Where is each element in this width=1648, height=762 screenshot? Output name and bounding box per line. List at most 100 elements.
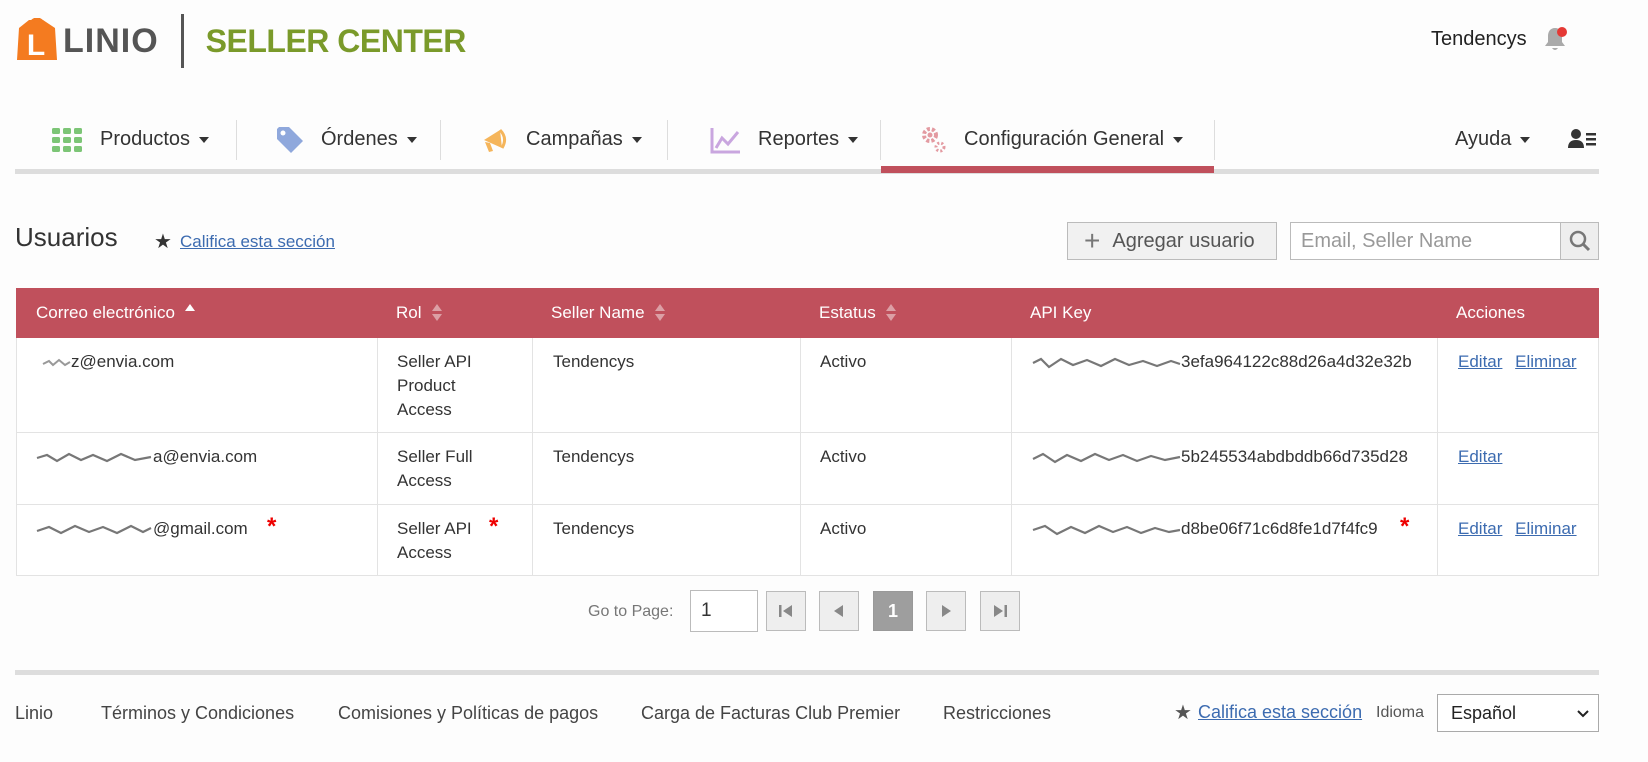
column-header-label: API Key <box>1030 303 1092 322</box>
column-divider <box>800 433 801 505</box>
sort-icon <box>885 304 896 322</box>
role-line: Access <box>397 471 452 490</box>
column-header-acciones: Acciones <box>1456 288 1525 338</box>
rate-section-link[interactable]: Califica esta sección <box>180 232 335 252</box>
language-select[interactable]: Español <box>1437 694 1599 732</box>
status-cell: Activo <box>820 352 867 371</box>
edit-link[interactable]: Editar <box>1458 519 1502 538</box>
column-divider <box>800 505 801 576</box>
chart-icon <box>710 127 740 153</box>
role-line: Seller Full <box>397 447 473 466</box>
tag-icon <box>277 126 303 153</box>
page-number-input[interactable] <box>690 590 758 632</box>
role-line: Product <box>397 376 456 395</box>
user-menu-icon[interactable] <box>1568 128 1598 150</box>
redacted-text <box>1032 524 1181 535</box>
footer-link-linio[interactable]: Linio <box>15 703 53 724</box>
column-header-rol[interactable]: Rol <box>396 288 442 338</box>
role-cell: Seller API Product Access <box>397 350 472 422</box>
first-page-button[interactable] <box>766 591 806 631</box>
table-row: a@envia.com Seller Full Access Tendencys… <box>16 433 1599 505</box>
language-selected-value: Español <box>1451 702 1517 723</box>
api-key-cell: d8be06f71c6d8fe1d7f4fc9 <box>1031 517 1378 541</box>
bell-icon[interactable] <box>1543 26 1567 52</box>
language-label: Idioma <box>1376 704 1425 721</box>
footer-link-comisiones[interactable]: Comisiones y Políticas de pagos <box>338 703 598 724</box>
required-asterisk-icon: * <box>267 513 277 540</box>
linio-logo[interactable]: L LINIO SELLER CENTER <box>15 14 466 68</box>
column-header-label: Correo electrónico <box>36 303 175 322</box>
logo-divider <box>180 14 184 68</box>
linio-logo-icon: L <box>17 18 57 62</box>
column-divider <box>377 338 378 433</box>
column-divider <box>532 338 533 433</box>
column-divider <box>1011 338 1012 433</box>
edit-link[interactable]: Editar <box>1458 447 1502 466</box>
api-key-text: 3efa964122c88d26a4d32e32b <box>1181 352 1412 371</box>
current-page-button[interactable]: 1 <box>873 591 913 631</box>
linio-wordmark: LINIO <box>63 21 159 60</box>
nav-campanas-label: Campañas <box>526 128 623 150</box>
column-header-label: Rol <box>396 303 422 322</box>
star-icon: ★ <box>154 231 172 253</box>
column-header-label: Seller Name <box>551 303 645 322</box>
column-divider <box>532 505 533 576</box>
footer-rate-section-link[interactable]: Califica esta sección <box>1198 702 1362 723</box>
column-divider <box>800 338 801 433</box>
delete-link[interactable]: Eliminar <box>1515 352 1576 371</box>
table-header: Correo electrónico Rol Seller Name Estat… <box>16 288 1599 338</box>
column-divider <box>1437 505 1438 576</box>
star-icon: ★ <box>1174 702 1192 724</box>
required-asterisk-icon: * <box>1400 513 1410 540</box>
required-asterisk-icon: * <box>489 513 499 540</box>
sort-icon <box>431 304 442 322</box>
plus-icon: + <box>1084 225 1101 256</box>
go-to-page-label: Go to Page: <box>588 603 674 620</box>
column-divider <box>1437 338 1438 433</box>
seller-cell: Tendencys <box>553 352 635 371</box>
nav-divider <box>667 120 668 160</box>
column-header-seller-name[interactable]: Seller Name <box>551 288 665 338</box>
footer-link-terminos[interactable]: Términos y Condiciones <box>101 703 294 724</box>
user-name[interactable]: Tendencys <box>1431 28 1527 51</box>
email-cell: a@envia.com <box>35 445 257 469</box>
last-page-button[interactable] <box>980 591 1020 631</box>
footer-link-restricciones[interactable]: Restricciones <box>943 703 1051 724</box>
actions-cell: Editar Eliminar <box>1458 350 1577 374</box>
nav-divider <box>880 120 881 160</box>
column-header-api-key: API Key <box>1030 288 1091 338</box>
column-divider <box>377 433 378 505</box>
next-page-button[interactable] <box>926 591 966 631</box>
footer-link-facturas[interactable]: Carga de Facturas Club Premier <box>641 703 900 724</box>
search-button[interactable] <box>1560 222 1599 260</box>
role-cell: Seller Full Access <box>397 445 473 493</box>
edit-link[interactable]: Editar <box>1458 352 1502 371</box>
sort-asc-icon <box>184 304 195 322</box>
nav-ayuda[interactable]: Ayuda <box>1455 110 1531 169</box>
seller-cell: Tendencys <box>553 447 635 466</box>
nav-reportes[interactable]: Reportes <box>710 110 859 169</box>
page-title: Usuarios <box>15 222 118 252</box>
redacted-text <box>1032 452 1181 463</box>
actions-cell: Editar <box>1458 445 1502 469</box>
role-line: Access <box>397 400 452 419</box>
seller-center-wordmark: SELLER CENTER <box>205 22 467 59</box>
search-input[interactable] <box>1290 222 1561 260</box>
nav-campanas[interactable]: Campañas <box>480 110 642 169</box>
chevron-right-icon <box>942 605 951 617</box>
column-header-estatus[interactable]: Estatus <box>819 288 896 338</box>
previous-page-button[interactable] <box>819 591 859 631</box>
add-user-button[interactable]: + Agregar usuario <box>1067 222 1277 260</box>
sort-icon <box>654 304 665 322</box>
column-header-email[interactable]: Correo electrónico <box>36 288 195 338</box>
email-cell: @gmail.com <box>35 517 248 541</box>
nav-productos[interactable]: Productos <box>52 110 210 169</box>
nav-reportes-label: Reportes <box>758 128 840 150</box>
nav-ordenes[interactable]: Órdenes <box>275 110 417 169</box>
first-page-icon <box>779 605 792 617</box>
delete-link[interactable]: Eliminar <box>1515 519 1576 538</box>
nav-configuracion-general[interactable]: Configuración General <box>920 110 1184 169</box>
search-icon <box>1569 230 1590 252</box>
role-line: Seller API <box>397 352 472 371</box>
add-user-label: Agregar usuario <box>1112 229 1255 252</box>
